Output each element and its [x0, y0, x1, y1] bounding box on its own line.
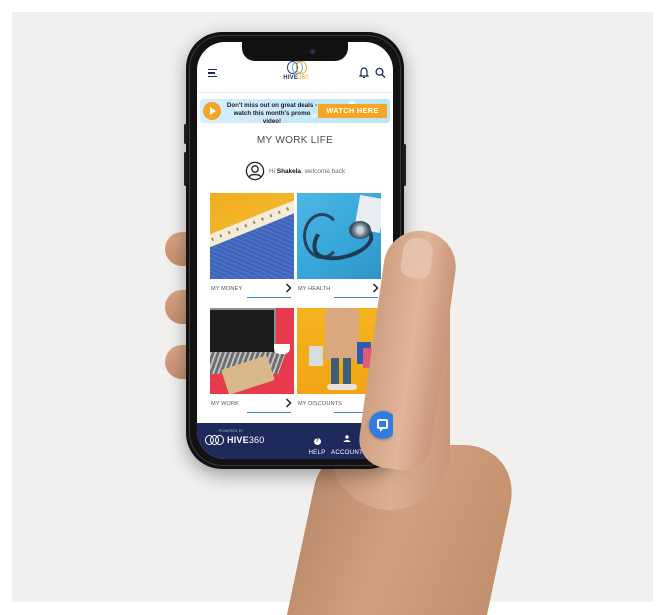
account-label: ACCOUNT — [331, 449, 363, 456]
greeting-text: Hi Shakela, welcome back — [269, 167, 346, 175]
chevron-right-icon[interactable] — [372, 283, 379, 293]
search-icon[interactable] — [375, 67, 386, 79]
card-label: MY MONEY — [211, 286, 243, 292]
person-icon — [343, 435, 351, 442]
header-divider — [197, 92, 393, 93]
question-icon: ? — [313, 438, 321, 445]
card-label: MY DISCOUNTS — [298, 401, 342, 407]
thumb-nail — [399, 236, 435, 280]
help-label: HELP — [308, 449, 326, 456]
app-header: HIVE360 — [197, 60, 393, 92]
chat-button[interactable] — [369, 411, 393, 439]
footer-logo: HIVE360 — [205, 435, 264, 445]
play-icon[interactable] — [203, 102, 221, 120]
logo-rings-icon — [285, 61, 307, 75]
money-image — [210, 193, 294, 279]
card-label: MY HEALTH — [298, 286, 331, 292]
phone-screen: HIVE360 Don't miss out on great deals - … — [197, 42, 393, 459]
menu-icon[interactable] — [208, 69, 217, 77]
card-underline — [334, 297, 378, 299]
logo-rings-icon — [205, 435, 225, 445]
phone-volume-button — [184, 124, 187, 144]
promo-text: Don't miss out on great deals - watch th… — [226, 102, 318, 123]
card-underline — [247, 412, 291, 414]
card-my-health[interactable]: MY HEALTH — [297, 193, 381, 299]
card-my-money[interactable]: MY MONEY — [210, 193, 294, 299]
page-title: MY WORK LIFE — [256, 135, 334, 146]
chat-icon — [377, 419, 388, 432]
card-underline — [247, 297, 291, 299]
app-logo[interactable]: HIVE360 — [280, 61, 312, 89]
user-name: Shakela — [276, 167, 301, 175]
user-circle-icon[interactable] — [245, 161, 265, 181]
card-label: MY WORK — [211, 401, 239, 407]
health-image — [297, 193, 381, 279]
greeting: Hi Shakela, welcome back — [245, 160, 345, 182]
phone-power-button — [403, 144, 406, 186]
chevron-right-icon[interactable] — [285, 398, 292, 408]
card-my-work[interactable]: MY WORK — [210, 308, 294, 414]
chevron-right-icon[interactable] — [285, 283, 292, 293]
work-image — [210, 308, 294, 394]
camera-dot — [310, 49, 315, 54]
watch-here-button[interactable]: WATCH HERE — [318, 104, 387, 118]
powered-by-label: POWERED BY — [219, 429, 244, 433]
phone-notch — [242, 42, 348, 61]
logo-text: HIVE360 — [283, 75, 309, 81]
phone-volume-button — [184, 152, 187, 186]
help-button[interactable]: ? HELP — [307, 429, 327, 456]
promo-banner[interactable]: Don't miss out on great deals - watch th… — [200, 99, 390, 123]
bell-icon[interactable] — [359, 67, 369, 79]
